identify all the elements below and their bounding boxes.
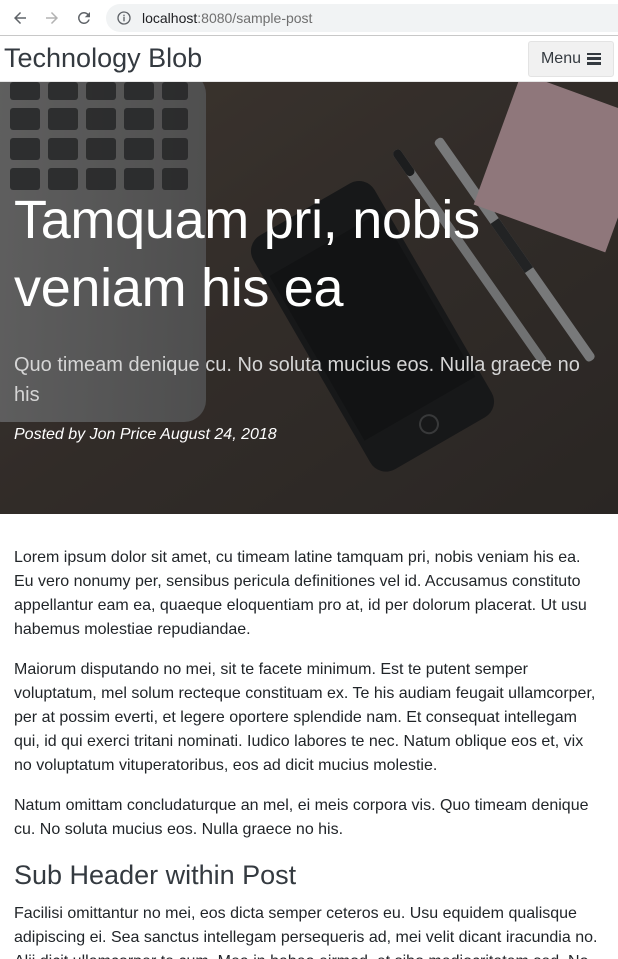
hamburger-icon — [587, 52, 601, 65]
address-bar[interactable]: localhost:8080/sample-post — [106, 3, 618, 32]
post-title: Tamquam pri, nobis veniam his ea — [14, 190, 480, 318]
menu-label: Menu — [540, 49, 581, 67]
url-path: :8080/sample-post — [197, 9, 313, 26]
site-navbar: Technology Blob Menu — [0, 36, 618, 82]
forward-icon[interactable] — [36, 2, 68, 34]
post-header: Tamquam pri, nobis veniam his ea Quo tim… — [0, 82, 618, 514]
section-subheader: Sub Header within Post — [14, 860, 297, 890]
paragraph: Maiorum disputando no mei, sit te facete… — [14, 661, 596, 774]
hero-content: Tamquam pri, nobis veniam his ea Quo tim… — [14, 186, 604, 444]
url-text[interactable]: localhost:8080/sample-post — [142, 10, 312, 26]
reload-icon[interactable] — [68, 2, 100, 34]
paragraph: Facilisi omittantur no mei, eos dicta se… — [14, 905, 598, 959]
post-meta: Posted by Jon Price August 24, 2018 — [14, 426, 277, 443]
paragraph: Lorem ipsum dolor sit amet, cu timeam la… — [14, 549, 587, 638]
info-icon[interactable] — [116, 10, 132, 26]
url-host: localhost — [142, 9, 198, 26]
browser-toolbar: localhost:8080/sample-post — [0, 0, 618, 36]
back-icon[interactable] — [4, 2, 36, 34]
site-brand[interactable]: Technology Blob — [4, 43, 202, 74]
paragraph: Natum omittam concludaturque an mel, ei … — [14, 797, 589, 838]
post-subtitle: Quo timeam denique cu. No soluta mucius … — [14, 354, 580, 406]
post-body: Lorem ipsum dolor sit amet, cu timeam la… — [0, 514, 618, 959]
menu-button[interactable]: Menu — [527, 40, 614, 77]
